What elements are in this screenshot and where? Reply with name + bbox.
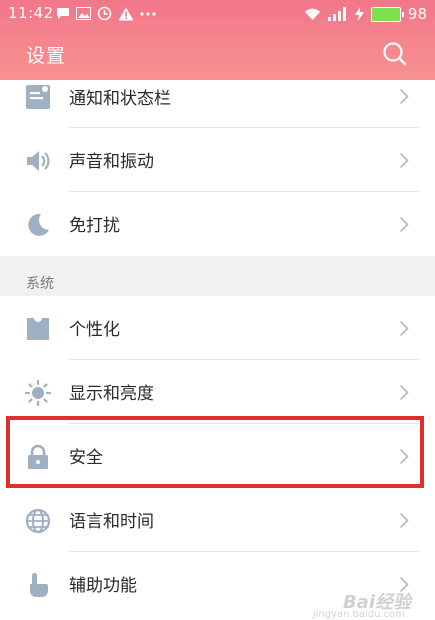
moon-icon	[28, 213, 49, 236]
globe-icon	[25, 508, 51, 534]
warning-icon	[118, 7, 134, 20]
lock-icon	[28, 444, 48, 469]
settings-item-do-not-disturb[interactable]: 免打扰	[0, 192, 435, 256]
settings-item-label: 显示和亮度	[69, 384, 154, 404]
title-bar: 设置	[0, 28, 435, 80]
chevron-right-icon	[399, 320, 409, 337]
settings-item-display[interactable]: 显示和亮度	[0, 360, 435, 424]
settings-screen: 11:42 98 设置 通知和状态栏 声音和振动 免打扰 系统 个性化 显示和亮…	[0, 0, 435, 620]
section-label: 系统	[26, 276, 54, 292]
image-icon	[76, 7, 91, 20]
more-icon	[140, 11, 156, 16]
settings-item-label: 安全	[69, 448, 103, 468]
settings-item-label: 个性化	[69, 320, 120, 340]
settings-item-notifications[interactable]: 通知和状态栏	[0, 80, 435, 128]
top-bar: 11:42 98 设置	[0, 0, 435, 80]
chevron-right-icon	[399, 448, 409, 465]
settings-item-label: 声音和振动	[69, 152, 154, 172]
wifi-icon	[304, 8, 321, 20]
chevron-right-icon	[399, 216, 409, 233]
chevron-right-icon	[399, 512, 409, 529]
search-icon[interactable]	[381, 40, 409, 68]
watermark-url: jingyan.baidu.com	[312, 609, 405, 620]
speaker-icon	[27, 151, 50, 171]
notification-icon	[26, 85, 50, 109]
settings-item-label: 辅助功能	[69, 576, 137, 596]
page-title: 设置	[26, 45, 67, 67]
chevron-right-icon	[399, 384, 409, 401]
charging-icon	[354, 7, 364, 21]
battery-icon	[370, 6, 404, 22]
battery-level: 98	[407, 5, 427, 23]
settings-list: 通知和状态栏 声音和振动 免打扰 系统 个性化 显示和亮度 安全 语言和时间 辅…	[0, 80, 435, 616]
message-icon	[57, 8, 69, 19]
status-time: 11:42	[8, 4, 54, 22]
hand-pointer-icon	[30, 573, 48, 597]
settings-item-security[interactable]: 安全	[0, 424, 435, 488]
chevron-right-icon	[399, 88, 409, 105]
settings-item-label: 通知和状态栏	[69, 89, 171, 109]
signal-icon	[327, 7, 346, 21]
settings-item-sound[interactable]: 声音和振动	[0, 128, 435, 192]
chevron-right-icon	[399, 152, 409, 169]
status-left-icons	[56, 6, 156, 21]
status-bar: 11:42 98	[0, 0, 435, 28]
settings-item-language-time[interactable]: 语言和时间	[0, 488, 435, 552]
settings-item-personalization[interactable]: 个性化	[0, 296, 435, 360]
settings-item-label: 免打扰	[69, 216, 120, 236]
alarm-icon	[97, 6, 112, 21]
shirt-icon	[27, 318, 49, 340]
brightness-icon	[25, 380, 51, 406]
status-right-icons: 98	[304, 5, 427, 23]
settings-item-label: 语言和时间	[69, 512, 154, 532]
section-header-system: 系统	[0, 256, 435, 296]
